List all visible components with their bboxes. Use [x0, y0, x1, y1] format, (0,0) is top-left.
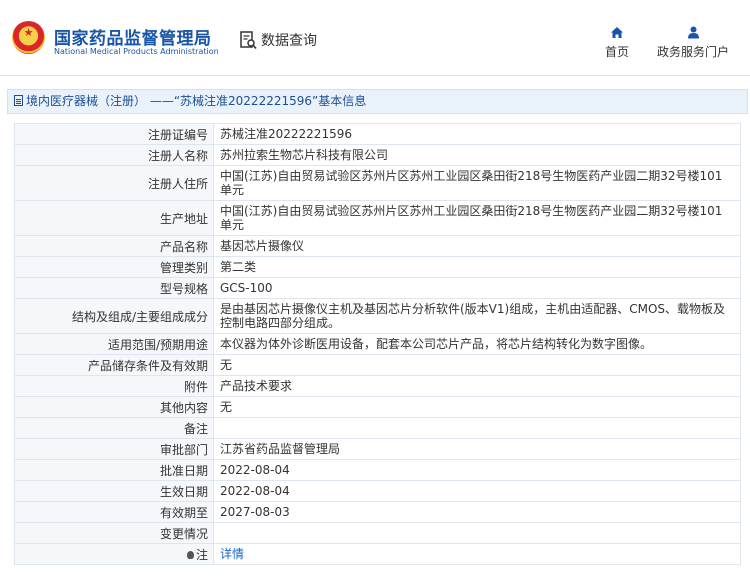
national-emblem-icon: ★: [12, 21, 45, 54]
lightbulb-icon: [186, 550, 194, 559]
agency-name-en[interactable]: National Medical Products Administration: [54, 47, 219, 56]
nav-home-label: 首页: [604, 45, 629, 59]
row-label: 有效期至: [14, 501, 214, 523]
row-value: 第二类: [213, 256, 741, 278]
table-row: 审批部门 江苏省药品监督管理局: [14, 438, 741, 460]
row-label: 批准日期: [14, 459, 214, 481]
row-value: 2027-08-03: [213, 501, 741, 523]
note-value-cell: 详情: [213, 543, 741, 565]
row-value: 无: [213, 396, 741, 418]
table-row: 备注: [14, 417, 741, 439]
row-value: 2022-08-04: [213, 480, 741, 502]
row-value: 基因芯片摄像仪: [213, 235, 741, 257]
nav-service-label: 政务服务门户: [656, 45, 729, 59]
row-label: 注册人名称: [14, 144, 214, 166]
table-row: 结构及组成/主要组成成分 是由基因芯片摄像仪主机及基因芯片分析软件(版本V1)组成…: [14, 298, 741, 334]
row-value: 本仪器为体外诊断医用设备，配套本公司芯片产品，将芯片结构转化为数字图像。: [213, 333, 741, 355]
row-label: 备注: [14, 417, 214, 439]
agency-name-cn[interactable]: 国家药品监督管理局: [54, 24, 212, 49]
row-label: 结构及组成/主要组成成分: [14, 298, 214, 334]
row-value: 是由基因芯片摄像仪主机及基因芯片分析软件(版本V1)组成，主机由适配器、CMOS…: [213, 298, 741, 334]
home-icon: [611, 27, 623, 38]
row-value: [213, 417, 741, 439]
table-row: 批准日期 2022-08-04: [14, 459, 741, 481]
row-value: 无: [213, 354, 741, 376]
row-label: 产品储存条件及有效期: [14, 354, 214, 376]
registration-info-table: 注册证编号 苏械注准20222221596 注册人名称 苏州拉索生物芯片科技有限公司…: [14, 123, 741, 565]
document-icon: [14, 95, 23, 106]
note-label: 注: [195, 547, 208, 562]
row-value: 产品技术要求: [213, 375, 741, 397]
data-query-label: 数据查询: [261, 33, 317, 49]
row-label: 型号规格: [14, 277, 214, 299]
row-label: 附件: [14, 375, 214, 397]
details-link[interactable]: 详情: [220, 547, 244, 561]
breadcrumb: 境内医疗器械（注册） ——“苏械注准20222221596”基本信息: [7, 89, 748, 114]
table-row: 其他内容无: [14, 396, 741, 418]
table-row: 型号规格 GCS-100: [14, 277, 741, 299]
nav-home[interactable]: 首页: [600, 26, 634, 60]
note-label-cell: 注: [14, 543, 214, 565]
table-row: 产品名称 基因芯片摄像仪: [14, 235, 741, 257]
breadcrumb-text: 境内医疗器械（注册） ——“苏械注准20222221596”基本信息: [26, 94, 367, 108]
row-label: 适用范围/预期用途: [14, 333, 214, 355]
row-label: 变更情况: [14, 522, 214, 544]
row-label: 审批部门: [14, 438, 214, 460]
row-label: 注册人住所: [14, 165, 214, 201]
table-row: 管理类别 第二类: [14, 256, 741, 278]
row-value: 2022-08-04: [213, 459, 741, 481]
document-search-icon: [240, 30, 257, 49]
row-value: GCS-100: [213, 277, 741, 299]
row-value: [213, 522, 741, 544]
row-label: 生效日期: [14, 480, 214, 502]
table-row: 生效日期 2022-08-04: [14, 480, 741, 502]
row-value: 中国(江苏)自由贸易试验区苏州片区苏州工业园区桑田街218号生物医药产业园二期3…: [213, 165, 741, 201]
row-label: 管理类别: [14, 256, 214, 278]
table-row: 变更情况: [14, 522, 741, 544]
row-label: 产品名称: [14, 235, 214, 257]
nav-service-portal[interactable]: 政务服务门户: [653, 26, 733, 60]
table-row: 适用范围/预期用途 本仪器为体外诊断医用设备，配套本公司芯片产品，将芯片结构转化为…: [14, 333, 741, 355]
table-row: 附件 产品技术要求: [14, 375, 741, 397]
table-row: 注册人名称 苏州拉索生物芯片科技有限公司: [14, 144, 741, 166]
table-row: 注册人住所 中国(江苏)自由贸易试验区苏州片区苏州工业园区桑田街218号生物医药产…: [14, 165, 741, 201]
table-row: 有效期至 2027-08-03: [14, 501, 741, 523]
row-value: 苏械注准20222221596: [213, 123, 741, 145]
row-value: 中国(江苏)自由贸易试验区苏州片区苏州工业园区桑田街218号生物医药产业园二期3…: [213, 200, 741, 236]
row-value: 苏州拉索生物芯片科技有限公司: [213, 144, 741, 166]
row-label: 其他内容: [14, 396, 214, 418]
site-header: ★ 国家药品监督管理局 National Medical Products Ad…: [0, 0, 750, 76]
row-label: 生产地址: [14, 200, 214, 236]
table-row: 注册证编号 苏械注准20222221596: [14, 123, 741, 145]
table-row: 生产地址 中国(江苏)自由贸易试验区苏州片区苏州工业园区桑田街218号生物医药产业…: [14, 200, 741, 236]
row-label: 注册证编号: [14, 123, 214, 145]
row-value: 江苏省药品监督管理局: [213, 438, 741, 460]
note-row: 注 详情: [14, 543, 741, 565]
data-query-link[interactable]: 数据查询: [240, 30, 317, 50]
user-icon: [687, 26, 699, 39]
table-row: 产品储存条件及有效期无: [14, 354, 741, 376]
